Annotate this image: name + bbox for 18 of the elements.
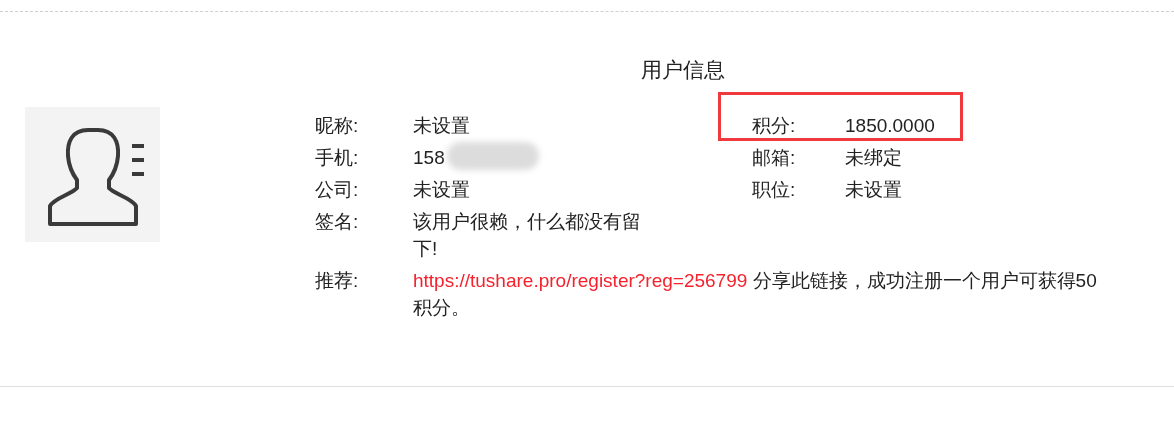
field-value: 未设置 — [413, 114, 471, 138]
referral-text: https://tushare.pro/register?reg=256799 分享此链接，成功注册一个用户可获得50积分。 — [413, 269, 1098, 320]
field-label: 推荐: — [315, 269, 360, 293]
field-value: 1850.0000 — [845, 114, 935, 138]
field-label: 手机: — [315, 146, 360, 170]
field-label: 昵称: — [315, 114, 360, 138]
field-value: 未设置 — [845, 178, 902, 202]
field-value: 未设置 — [413, 178, 471, 202]
field-value: 该用户很赖，什么都没有留下! — [413, 210, 642, 261]
field-label: 签名: — [315, 210, 360, 234]
field-label: 公司: — [315, 178, 360, 202]
field-label: 积分: — [752, 114, 797, 138]
field-value: 158 — [413, 146, 446, 170]
referral-link[interactable]: https://tushare.pro/register?reg=256799 — [413, 270, 748, 291]
field-value: 未绑定 — [845, 146, 902, 170]
section-title: 用户信息 — [641, 57, 725, 83]
field-label: 邮箱: — [752, 146, 797, 170]
field-label: 职位: — [752, 178, 797, 202]
